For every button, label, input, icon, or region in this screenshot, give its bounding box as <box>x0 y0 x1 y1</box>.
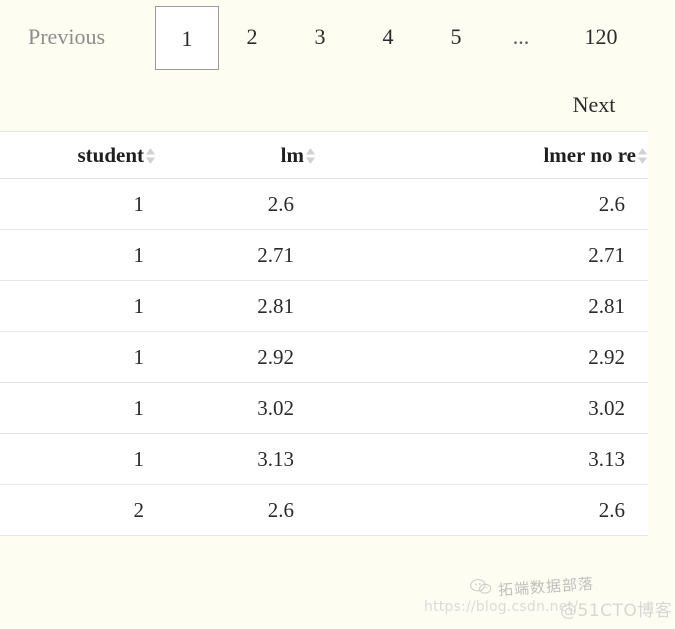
pagination-page-3[interactable]: 3 <box>304 26 336 48</box>
table-row: 1 3.13 3.13 <box>0 433 648 485</box>
data-table-container: student lm lmer no re 1 2.6 2.6 1 2.71 2… <box>0 131 648 536</box>
cell-student: 1 <box>0 229 156 281</box>
cell-student: 1 <box>0 280 156 332</box>
pagination-page-last[interactable]: 120 <box>575 26 627 48</box>
data-table: student lm lmer no re 1 2.6 2.6 1 2.71 2… <box>0 131 648 536</box>
cell-lm: 2.92 <box>156 331 316 383</box>
cell-student: 1 <box>0 331 156 383</box>
cell-lm: 2.71 <box>156 229 316 281</box>
cell-student: 1 <box>0 382 156 434</box>
table-row: 1 3.02 3.02 <box>0 382 648 434</box>
cell-lm: 2.6 <box>156 484 316 536</box>
cell-lm: 3.13 <box>156 433 316 485</box>
cell-lmer-no-re: 3.02 <box>316 382 648 434</box>
watermark-url: https://blog.csdn.net/ <box>424 599 579 615</box>
cell-lm: 2.6 <box>156 178 316 230</box>
watermark-brand: 拓端数据部落 <box>497 574 595 600</box>
sort-updown-icon[interactable] <box>145 147 156 165</box>
pagination-links: Previous 1 2 3 4 5 ... 120 Next <box>0 0 675 131</box>
column-header-lm[interactable]: lm <box>156 131 316 179</box>
table-row: 1 2.92 2.92 <box>0 331 648 383</box>
pagination-bar: Previous 1 2 3 4 5 ... 120 Next <box>0 0 675 131</box>
table-row: 2 2.6 2.6 <box>0 484 648 536</box>
watermark-cto: @51CTO博客 <box>560 601 673 621</box>
pagination-page-2[interactable]: 2 <box>236 26 268 48</box>
table-row: 1 2.6 2.6 <box>0 178 648 230</box>
table-row: 1 2.81 2.81 <box>0 280 648 332</box>
pagination-page-1[interactable]: 1 <box>155 6 219 70</box>
pagination-ellipsis: ... <box>512 24 530 49</box>
table-header: student lm lmer no re <box>0 131 648 179</box>
sort-updown-icon[interactable] <box>305 147 316 165</box>
table-row: 1 2.71 2.71 <box>0 229 648 281</box>
table-header-row: student lm lmer no re <box>0 131 648 179</box>
pagination-page-5[interactable]: 5 <box>440 26 472 48</box>
cell-lmer-no-re: 2.71 <box>316 229 648 281</box>
cell-lmer-no-re: 2.6 <box>316 178 648 230</box>
table-body: 1 2.6 2.6 1 2.71 2.71 1 2.81 2.81 1 2.92 2.92 1 3.02 3… <box>0 178 648 536</box>
cell-lmer-no-re: 3.13 <box>316 433 648 485</box>
cell-lmer-no-re: 2.92 <box>316 331 648 383</box>
cell-lm: 3.02 <box>156 382 316 434</box>
pagination-next[interactable]: Next <box>561 94 627 116</box>
cell-lmer-no-re: 2.81 <box>316 280 648 332</box>
wechat-icon <box>469 577 492 596</box>
column-header-lmer-no-re[interactable]: lmer no re <box>316 131 648 179</box>
pagination-page-4[interactable]: 4 <box>372 26 404 48</box>
column-header-lm-label: lm <box>280 142 304 167</box>
pagination-previous[interactable]: Previous <box>28 26 105 48</box>
cell-student: 1 <box>0 433 156 485</box>
cell-student: 2 <box>0 484 156 536</box>
column-header-student-label: student <box>77 142 144 167</box>
sort-updown-icon[interactable] <box>637 147 648 165</box>
cell-lm: 2.81 <box>156 280 316 332</box>
watermark: 拓端数据部落 https://blog.csdn.net/ @51CTO博客 <box>424 568 675 626</box>
cell-lmer-no-re: 2.6 <box>316 484 648 536</box>
column-header-student[interactable]: student <box>0 131 156 179</box>
column-header-lmer-no-re-label: lmer no re <box>543 142 636 167</box>
cell-student: 1 <box>0 178 156 230</box>
